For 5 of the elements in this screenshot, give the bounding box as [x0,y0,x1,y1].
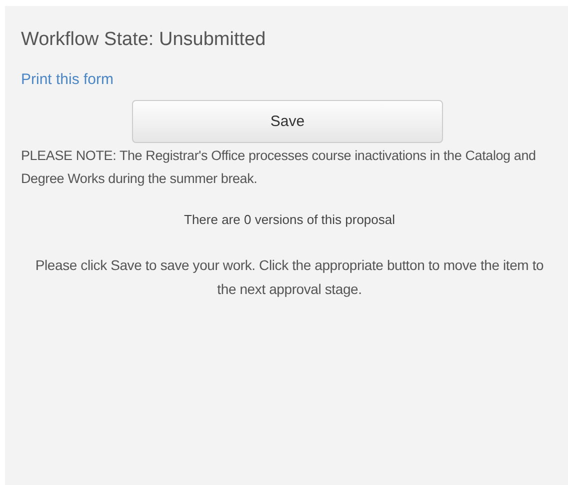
versions-text: There are 0 versions of this proposal [183,211,396,229]
save-button[interactable]: Save [132,100,443,143]
instructions-text: Please click Save to save your work. Click the appropriate button to move the item to the next approval stage. [34,256,545,299]
workflow-state-heading: Workflow State: Unsubmitted [21,28,267,52]
note-text: PLEASE NOTE: The Registrar's Office processes course inactivations in the Catalog and Degree Works during the summer break. [21,147,537,188]
